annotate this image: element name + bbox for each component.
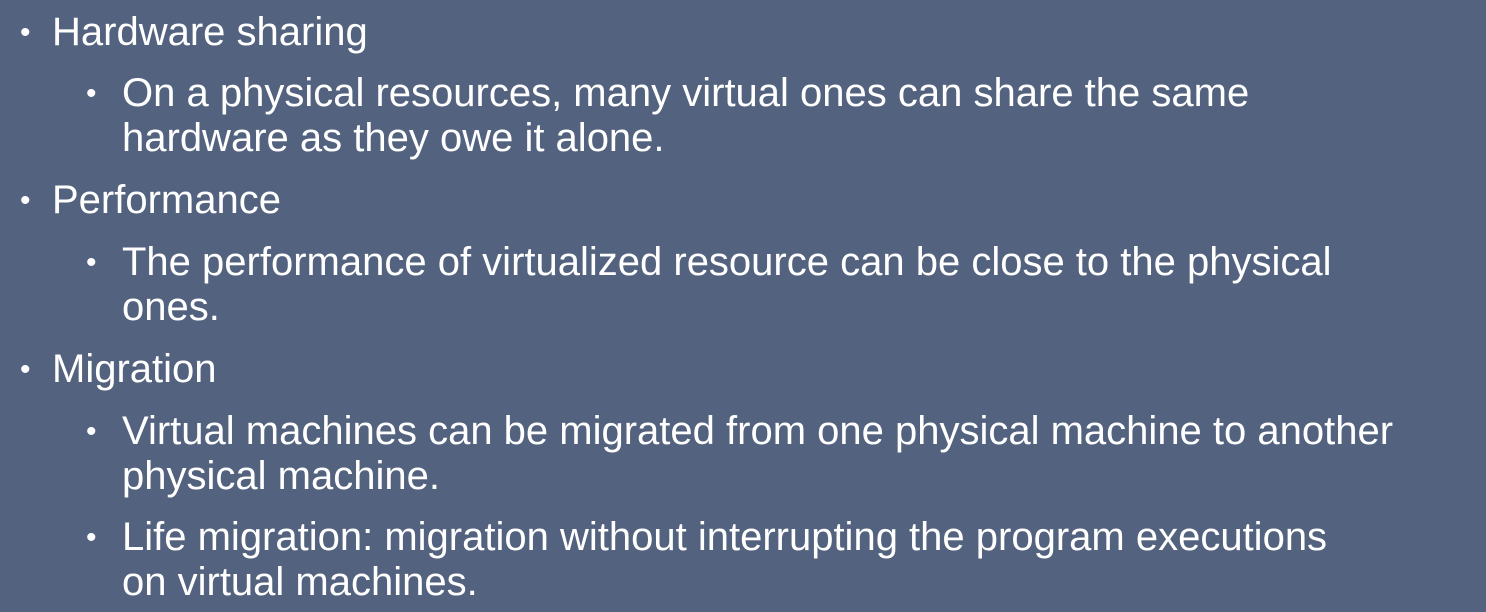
sub-bullet-line: The performance of virtualized resource … bbox=[122, 240, 1332, 284]
bullet-dot: • bbox=[86, 415, 97, 448]
bullet-dot: • bbox=[20, 353, 31, 386]
sub-bullet-line: Life migration: migration without interr… bbox=[122, 515, 1328, 559]
bullet-dot: • bbox=[86, 246, 97, 279]
bullet-dot: • bbox=[86, 521, 97, 554]
sub-bullet-line: physical machine. bbox=[122, 454, 440, 498]
bullet-dot: • bbox=[86, 77, 97, 110]
bullet-dot: • bbox=[20, 184, 31, 217]
sub-bullet-line: on virtual machines. bbox=[122, 560, 478, 604]
sub-bullet-line: ones. bbox=[122, 285, 220, 329]
bullet-hardware-sharing: Hardware sharing bbox=[52, 10, 368, 54]
bullet-performance: Performance bbox=[52, 178, 281, 222]
bullet-migration: Migration bbox=[52, 347, 217, 391]
slide: • Hardware sharing • On a physical resou… bbox=[0, 0, 1486, 612]
bullet-dot: • bbox=[20, 16, 31, 49]
sub-bullet-line: Virtual machines can be migrated from on… bbox=[122, 409, 1394, 453]
sub-bullet-line: On a physical resources, many virtual on… bbox=[122, 71, 1250, 115]
sub-bullet-line: hardware as they owe it alone. bbox=[122, 116, 665, 160]
